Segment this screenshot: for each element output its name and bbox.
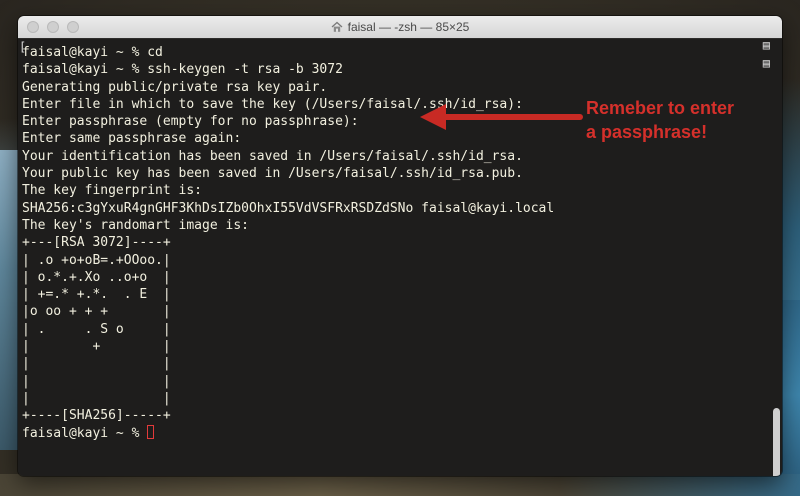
randomart-line: | | (22, 373, 171, 389)
title-bar[interactable]: faisal — -zsh — 85×25 (18, 16, 782, 39)
cursor-block[interactable] (147, 424, 155, 439)
wallpaper-bottom (0, 474, 800, 496)
prompt-line[interactable]: faisal@kayi ~ % (22, 424, 764, 442)
annotation-line-1: Remeber to enter (586, 98, 735, 118)
randomart-line: | .o +o+oB=.+OOoo.| (22, 252, 171, 268)
annotation-line-2: a passphrase! (586, 122, 708, 142)
terminal-line: Your identification has been saved in /U… (22, 148, 523, 164)
terminal-line: faisal@kayi ~ % cd (22, 45, 163, 60)
window-title-container: faisal — -zsh — 85×25 (18, 16, 782, 38)
randomart-line: +----[SHA256]-----+ (22, 408, 171, 424)
shell-prompt: faisal@kayi ~ % (22, 425, 148, 441)
terminal-line: Your public key has been saved in /Users… (22, 166, 523, 182)
randomart-line: | . . S o | (22, 321, 171, 337)
randomart-line: | o.*.+.Xo ..o+o | (22, 269, 171, 285)
randomart-line: | +=.* +.*. . E | (22, 287, 171, 303)
terminal-line: Generating public/private rsa key pair. (22, 79, 328, 95)
randomart-line: | + | (22, 339, 171, 355)
randomart-line: |o oo + + + | (22, 304, 171, 320)
scrollbar-thumb[interactable] (773, 408, 780, 476)
window-title: faisal — -zsh — 85×25 (347, 20, 470, 34)
terminal-line-fingerprint: SHA256:c3gYxuR4gnGHF3KhDsIZb0OhxI55VdVSF… (22, 200, 555, 216)
home-icon (331, 18, 343, 40)
randomart-line: | | (22, 356, 171, 372)
randomart-line: +---[RSA 3072]----+ (22, 235, 171, 251)
randomart-line: | | (22, 390, 171, 406)
terminal-line: The key's randomart image is: (22, 217, 249, 233)
terminal-line: faisal@kayi ~ % ssh-keygen -t rsa -b 307… (22, 62, 343, 78)
terminal-line: The key fingerprint is: (22, 183, 203, 199)
terminal-window[interactable]: faisal — -zsh — 85×25 [ ▤ ▤ faisal@kayi … (18, 16, 782, 476)
annotation-callout: Remeber to enter a passphrase! (586, 96, 766, 144)
